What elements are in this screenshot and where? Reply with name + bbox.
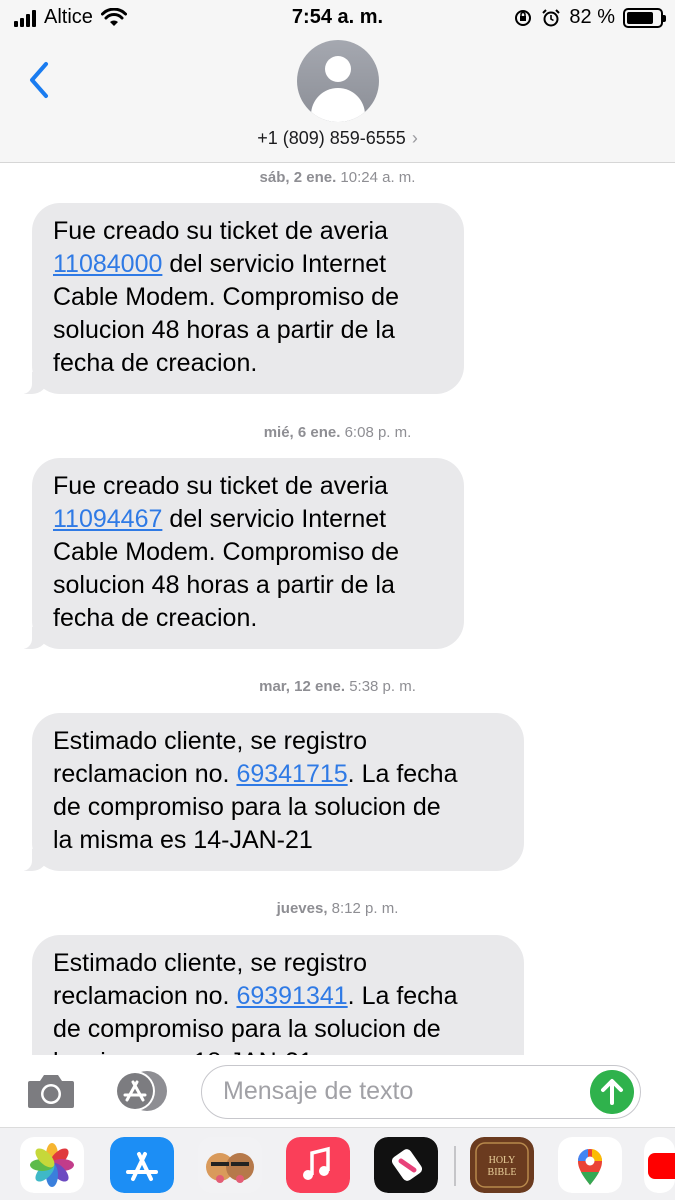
camera-icon[interactable] (26, 1073, 76, 1109)
memoji-icon[interactable] (198, 1137, 262, 1193)
message-bubble[interactable]: Estimado cliente, se registro reclamacio… (20, 713, 524, 871)
message-bubble[interactable]: Estimado cliente, se registro reclamacio… (32, 935, 524, 1055)
battery-percent: 82 % (569, 6, 615, 28)
message-timestamp: mié, 6 ene. 6:08 p. m. (0, 424, 675, 441)
battery-fill (627, 11, 654, 24)
message-timestamp: sáb, 2 ene. 10:24 a. m. (0, 169, 675, 186)
message-list[interactable]: sáb, 2 ene. 10:24 a. m. Fue creado su ti… (0, 163, 675, 1055)
message-line: la misma es 14-JAN-21 (53, 826, 313, 854)
message-text: . La fecha (347, 982, 458, 1010)
bible-label-bible: BIBLE (488, 1167, 517, 1178)
message-line: solucion 48 horas a partir de la (53, 571, 395, 599)
claim-number-link[interactable]: 69391341 (236, 982, 347, 1010)
message-text: reclamacion no. (53, 982, 237, 1010)
status-right: 82 % (513, 6, 666, 29)
message-line: Cable Modem. Compromiso de (53, 283, 399, 311)
message-line: Fue creado su ticket de averia (53, 472, 388, 500)
message-line: Fue creado su ticket de averia (53, 217, 388, 245)
message-text: reclamacion no. (53, 760, 237, 788)
battery-icon (623, 7, 666, 28)
app-drawer: HOLY BIBLE (0, 1127, 675, 1200)
message-text: del servicio Internet (162, 250, 387, 278)
message-bubble[interactable]: Fue creado su ticket de averia 11094467 … (20, 458, 464, 649)
contact-number: +1 (809) 859-6555 (257, 128, 406, 148)
message-timestamp: jueves, 8:12 p. m. (0, 900, 675, 917)
youtube-icon[interactable] (644, 1137, 675, 1193)
timestamp-day: sáb, 2 ene. (259, 169, 337, 186)
app-strip-divider (454, 1146, 456, 1186)
message-line: Estimado cliente, se registro (53, 949, 368, 977)
message-line: 11084000 del servicio Internet (53, 248, 442, 281)
message-line: de compromiso para la solucion de (53, 793, 441, 821)
timestamp-day: jueves, (276, 900, 328, 917)
message-text: del servicio Internet (162, 505, 387, 533)
alarm-icon (542, 8, 561, 26)
conversation-header: +1 (809) 859-6555 › (0, 36, 675, 163)
contact-name[interactable]: +1 (809) 859-6555 › (0, 128, 675, 149)
claim-number-link[interactable]: 69341715 (236, 760, 347, 788)
message-line: la misma es 18-JAN-21 (53, 1046, 502, 1055)
bible-label-holy: HOLY (489, 1155, 516, 1166)
message-input[interactable]: Mensaje de texto (201, 1065, 641, 1119)
status-bar: Altice 7:54 a. m. 82 % (0, 0, 675, 36)
message-bubble[interactable]: Fue creado su ticket de averia 11084000 … (20, 203, 464, 394)
composer-bar: Mensaje de texto (0, 1055, 675, 1127)
chevron-right-icon: › (411, 128, 418, 148)
timestamp-time: 8:12 p. m. (331, 900, 399, 917)
message-line: solucion 48 horas a partir de la (53, 316, 395, 344)
app-store-icon[interactable] (110, 1137, 174, 1193)
google-maps-icon[interactable] (558, 1137, 622, 1193)
message-text: . La fecha (347, 760, 458, 788)
message-placeholder: Mensaje de texto (223, 1077, 414, 1105)
timestamp-time: 6:08 p. m. (344, 424, 412, 441)
message-line: de compromiso para la solucion de (53, 1015, 441, 1043)
back-chevron-icon[interactable] (24, 60, 54, 100)
message-timestamp: mar, 12 ene. 5:38 p. m. (0, 678, 675, 695)
holy-bible-icon[interactable]: HOLY BIBLE (470, 1137, 534, 1193)
message-line: Estimado cliente, se registro (53, 727, 368, 755)
ticket-number-link[interactable]: 11084000 (53, 250, 162, 278)
message-line: 11094467 del servicio Internet (53, 503, 442, 536)
avatar-icon[interactable] (297, 40, 379, 122)
message-line: fecha de creacion. (53, 349, 258, 377)
orientation-lock-icon (515, 9, 532, 26)
music-icon[interactable] (286, 1137, 350, 1193)
message-line: fecha de creacion. (53, 604, 258, 632)
avatar-body (311, 88, 365, 122)
fitness-icon[interactable] (374, 1137, 438, 1193)
timestamp-time: 5:38 p. m. (349, 678, 416, 695)
avatar-head (325, 56, 351, 82)
message-line: reclamacion no. 69341715. La fecha (53, 758, 502, 791)
photos-icon[interactable] (20, 1137, 84, 1193)
timestamp-time: 10:24 a. m. (340, 169, 416, 186)
app-store-icon[interactable] (113, 1069, 173, 1113)
timestamp-day: mié, 6 ene. (263, 424, 341, 441)
timestamp-day: mar, 12 ene. (259, 678, 346, 695)
message-line: reclamacion no. 69391341. La fecha (53, 980, 502, 1013)
send-arrow-icon[interactable] (590, 1070, 634, 1114)
ticket-number-link[interactable]: 11094467 (53, 505, 162, 533)
message-line: Cable Modem. Compromiso de (53, 538, 399, 566)
